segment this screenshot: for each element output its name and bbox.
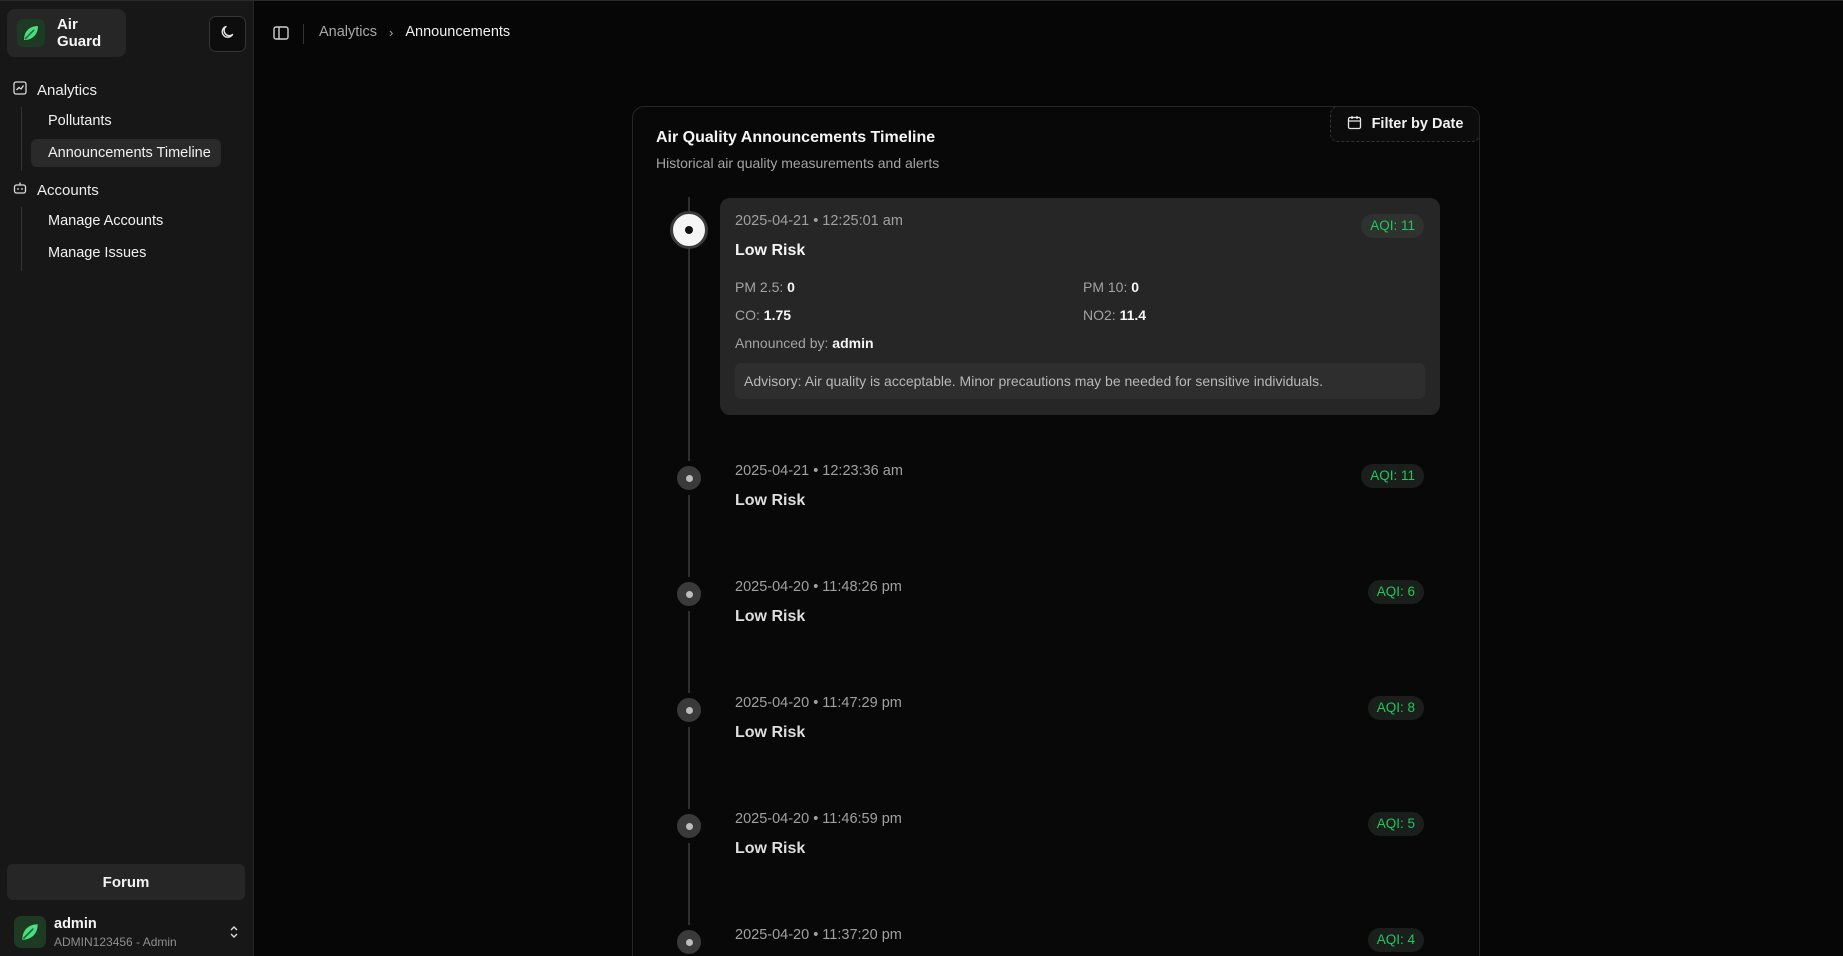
user-role: ADMIN123456 - Admin — [54, 934, 177, 949]
theme-toggle-button[interactable] — [209, 16, 246, 52]
sidebar-item-announcements-timeline[interactable]: Announcements Timeline — [31, 139, 221, 167]
bot-icon — [13, 181, 27, 199]
breadcrumb-current: Announcements — [405, 24, 511, 40]
timeline-dot[interactable] — [672, 925, 706, 956]
filter-by-date-button[interactable]: Filter by Date — [1330, 107, 1479, 142]
entry-risk-level: Low Risk — [735, 492, 806, 509]
metric-no2: NO2: 11.4 — [1083, 307, 1147, 323]
leaf-logo-icon — [17, 19, 45, 47]
app-name: Air Guard — [56, 16, 102, 50]
entry-risk-level: Low Risk — [735, 724, 806, 741]
aqi-badge: AQI: 5 — [1367, 812, 1424, 836]
entry-timestamp: 2025-04-20 • 11:47:29 pm — [735, 695, 902, 711]
aqi-badge: AQI: 11 — [1361, 464, 1424, 488]
announcement-entry[interactable]: 2025-04-21 • 12:23:36 am Low Risk AQI: 1… — [720, 448, 1440, 518]
top-header: Analytics › Announcements — [255, 1, 1843, 65]
metric-co: CO: 1.75 — [735, 307, 792, 323]
entry-timestamp: 2025-04-20 • 11:37:20 pm — [735, 927, 902, 943]
nav-group-analytics[interactable]: Analytics — [13, 81, 97, 99]
user-name: admin — [54, 915, 97, 932]
sidebar-item-manage-accounts[interactable]: Manage Accounts — [31, 207, 163, 235]
nav-group-label: Analytics — [37, 81, 98, 99]
advisory-text: Advisory: Air quality is acceptable. Min… — [735, 363, 1425, 399]
metric-pm25: PM 2.5: 0 — [735, 279, 795, 295]
chart-square-icon — [13, 81, 27, 99]
timeline-dot[interactable] — [672, 809, 706, 843]
announcement-entry[interactable]: 2025-04-20 • 11:47:29 pm Low Risk AQI: 8 — [720, 680, 1440, 750]
aqi-badge: AQI: 11 — [1361, 214, 1424, 238]
timeline-dot[interactable] — [672, 461, 706, 495]
metric-pm10: PM 10: 0 — [1083, 279, 1140, 295]
entry-timestamp: 2025-04-20 • 11:48:26 pm — [735, 579, 902, 595]
nav-sub-accounts: Manage Accounts Manage Issues — [21, 207, 163, 271]
entry-timestamp: 2025-04-21 • 12:25:01 am — [735, 213, 903, 229]
announcement-entry[interactable]: 2025-04-20 • 11:46:59 pm Low Risk AQI: 5 — [720, 796, 1440, 866]
breadcrumb-analytics[interactable]: Analytics — [319, 24, 377, 40]
entry-timestamp: 2025-04-20 • 11:46:59 pm — [735, 811, 902, 827]
timeline-dot[interactable] — [672, 693, 706, 727]
announcement-entry[interactable]: 2025-04-20 • 11:48:26 pm Low Risk AQI: 6 — [720, 564, 1440, 634]
timeline-dot[interactable] — [672, 577, 706, 611]
chevrons-up-down-icon — [228, 924, 240, 945]
nav-group-label: Accounts — [37, 181, 99, 199]
timeline-dot-active[interactable] — [670, 211, 708, 249]
aqi-badge: AQI: 8 — [1367, 696, 1424, 720]
nav-sub-analytics: Pollutants Announcements Timeline — [21, 107, 221, 171]
breadcrumb: Analytics › Announcements — [319, 24, 510, 40]
forum-button[interactable]: Forum — [7, 864, 245, 900]
entry-risk-level: Low Risk — [735, 840, 806, 857]
announcements-card: Air Quality Announcements Timeline Histo… — [632, 106, 1480, 956]
announcement-entry[interactable]: 2025-04-20 • 11:37:20 pm AQI: 4 — [720, 912, 1440, 956]
user-menu[interactable]: admin ADMIN123456 - Admin — [14, 914, 248, 950]
sidebar-toggle-icon[interactable] — [272, 24, 292, 44]
card-title: Air Quality Announcements Timeline — [656, 129, 936, 146]
calendar-icon — [1347, 115, 1362, 134]
nav-group-accounts[interactable]: Accounts — [13, 181, 99, 199]
sidebar: Air Guard Analytics Pollutants Announcem… — [0, 1, 254, 956]
entry-timestamp: 2025-04-21 • 12:23:36 am — [735, 463, 903, 479]
aqi-badge: AQI: 4 — [1367, 928, 1424, 952]
chevron-right-icon: › — [389, 24, 394, 40]
brand-button[interactable]: Air Guard — [7, 9, 126, 57]
avatar — [14, 916, 46, 948]
sidebar-item-manage-issues[interactable]: Manage Issues — [31, 239, 163, 267]
announced-by: Announced by: admin — [735, 335, 874, 351]
moon-icon — [220, 24, 236, 45]
sidebar-item-pollutants[interactable]: Pollutants — [31, 107, 221, 135]
header-divider — [303, 24, 304, 44]
announcement-entry-expanded[interactable]: 2025-04-21 • 12:25:01 am Low Risk AQI: 1… — [720, 198, 1440, 415]
card-subtitle: Historical air quality measurements and … — [656, 155, 940, 171]
entry-risk-level: Low Risk — [735, 242, 806, 259]
aqi-badge: AQI: 6 — [1367, 580, 1424, 604]
filter-label: Filter by Date — [1371, 116, 1464, 132]
entry-risk-level: Low Risk — [735, 608, 806, 625]
